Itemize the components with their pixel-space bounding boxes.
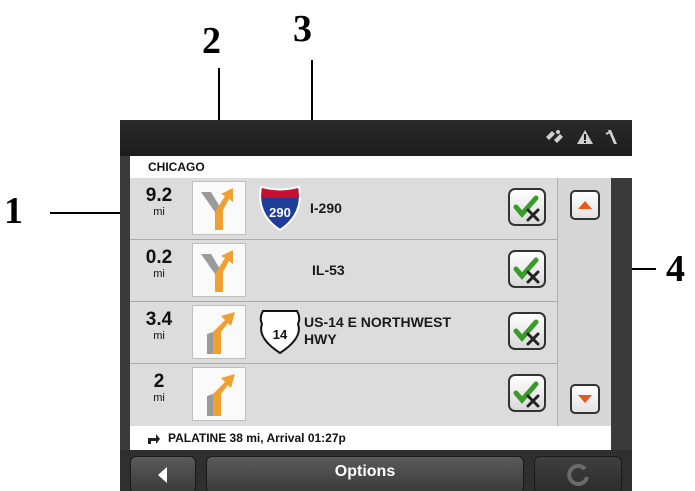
bear-right-arrow-icon	[192, 367, 246, 421]
distance-unit: mi	[153, 268, 165, 280]
refresh-button[interactable]	[534, 456, 622, 491]
check-cross-icon	[513, 257, 540, 284]
distance-unit: mi	[153, 392, 165, 404]
keep-right-arrow-icon	[192, 181, 246, 235]
destination-bar: PALATINE 38 mi, Arrival 01:27p	[130, 426, 611, 450]
options-button[interactable]: Options	[206, 456, 524, 491]
destination-info: PALATINE 38 mi, Arrival 01:27p	[168, 431, 346, 445]
navigation-device-screen: CHICAGO 9.2 mi 290 I-290 0.2 mi IL-53 3.…	[120, 120, 632, 491]
antenna-icon	[605, 130, 617, 144]
distance-value: 9.2	[145, 185, 173, 206]
road-name: IL-53	[312, 262, 345, 278]
keep-right-arrow-icon	[192, 243, 246, 297]
turn-distance: 2 mi	[130, 364, 188, 425]
turn-list-row[interactable]: 0.2 mi IL-53	[130, 240, 557, 302]
avoid-turn-button[interactable]	[508, 312, 546, 350]
status-bar	[120, 120, 632, 156]
check-cross-icon	[513, 319, 540, 346]
distance-value: 3.4	[145, 309, 173, 330]
callout-1-line	[50, 212, 130, 214]
destination-flag-icon	[148, 433, 160, 444]
bear-right-arrow-icon	[192, 305, 246, 359]
bottom-toolbar: Options	[120, 450, 632, 491]
scroll-down-button[interactable]	[570, 384, 600, 414]
back-button[interactable]	[130, 456, 196, 491]
gps-signal-icon	[546, 130, 563, 143]
up-arrow-icon	[578, 201, 592, 209]
scroll-up-button[interactable]	[570, 190, 600, 220]
scroll-panel	[557, 178, 611, 426]
warning-icon	[577, 130, 593, 144]
shield-number: 290	[269, 205, 291, 220]
check-cross-icon	[513, 381, 540, 408]
back-arrow-icon	[158, 467, 167, 483]
turn-distance: 3.4 mi	[130, 302, 188, 363]
shield-number: 14	[273, 327, 288, 342]
current-location-header: CHICAGO	[130, 156, 632, 178]
refresh-icon	[567, 463, 589, 486]
distance-unit: mi	[153, 330, 165, 342]
avoid-turn-button[interactable]	[508, 250, 546, 288]
distance-value: 2	[153, 371, 165, 392]
turn-list-row[interactable]: 2 mi	[130, 364, 557, 426]
avoid-turn-button[interactable]	[508, 188, 546, 226]
down-arrow-icon	[578, 395, 592, 403]
distance-value: 0.2	[145, 247, 173, 268]
callout-3: 3	[293, 8, 312, 50]
us-route-shield-icon: 14	[257, 308, 303, 361]
callout-4: 4	[666, 248, 685, 290]
turn-distance: 9.2 mi	[130, 178, 188, 239]
distance-unit: mi	[153, 206, 165, 218]
turn-list: 9.2 mi 290 I-290 0.2 mi IL-53 3.4 mi 14 …	[130, 178, 557, 426]
turn-list-row[interactable]: 9.2 mi 290 I-290	[130, 178, 557, 240]
callout-2: 2	[202, 20, 221, 62]
callout-1: 1	[4, 190, 23, 232]
road-name: US-14 E NORTHWEST HWY	[304, 314, 452, 347]
check-cross-icon	[513, 195, 540, 222]
turn-distance: 0.2 mi	[130, 240, 188, 301]
avoid-turn-button[interactable]	[508, 374, 546, 412]
turn-list-row[interactable]: 3.4 mi 14 US-14 E NORTHWEST HWY	[130, 302, 557, 364]
interstate-shield-icon: 290	[258, 184, 302, 237]
road-name: I-290	[310, 200, 342, 216]
